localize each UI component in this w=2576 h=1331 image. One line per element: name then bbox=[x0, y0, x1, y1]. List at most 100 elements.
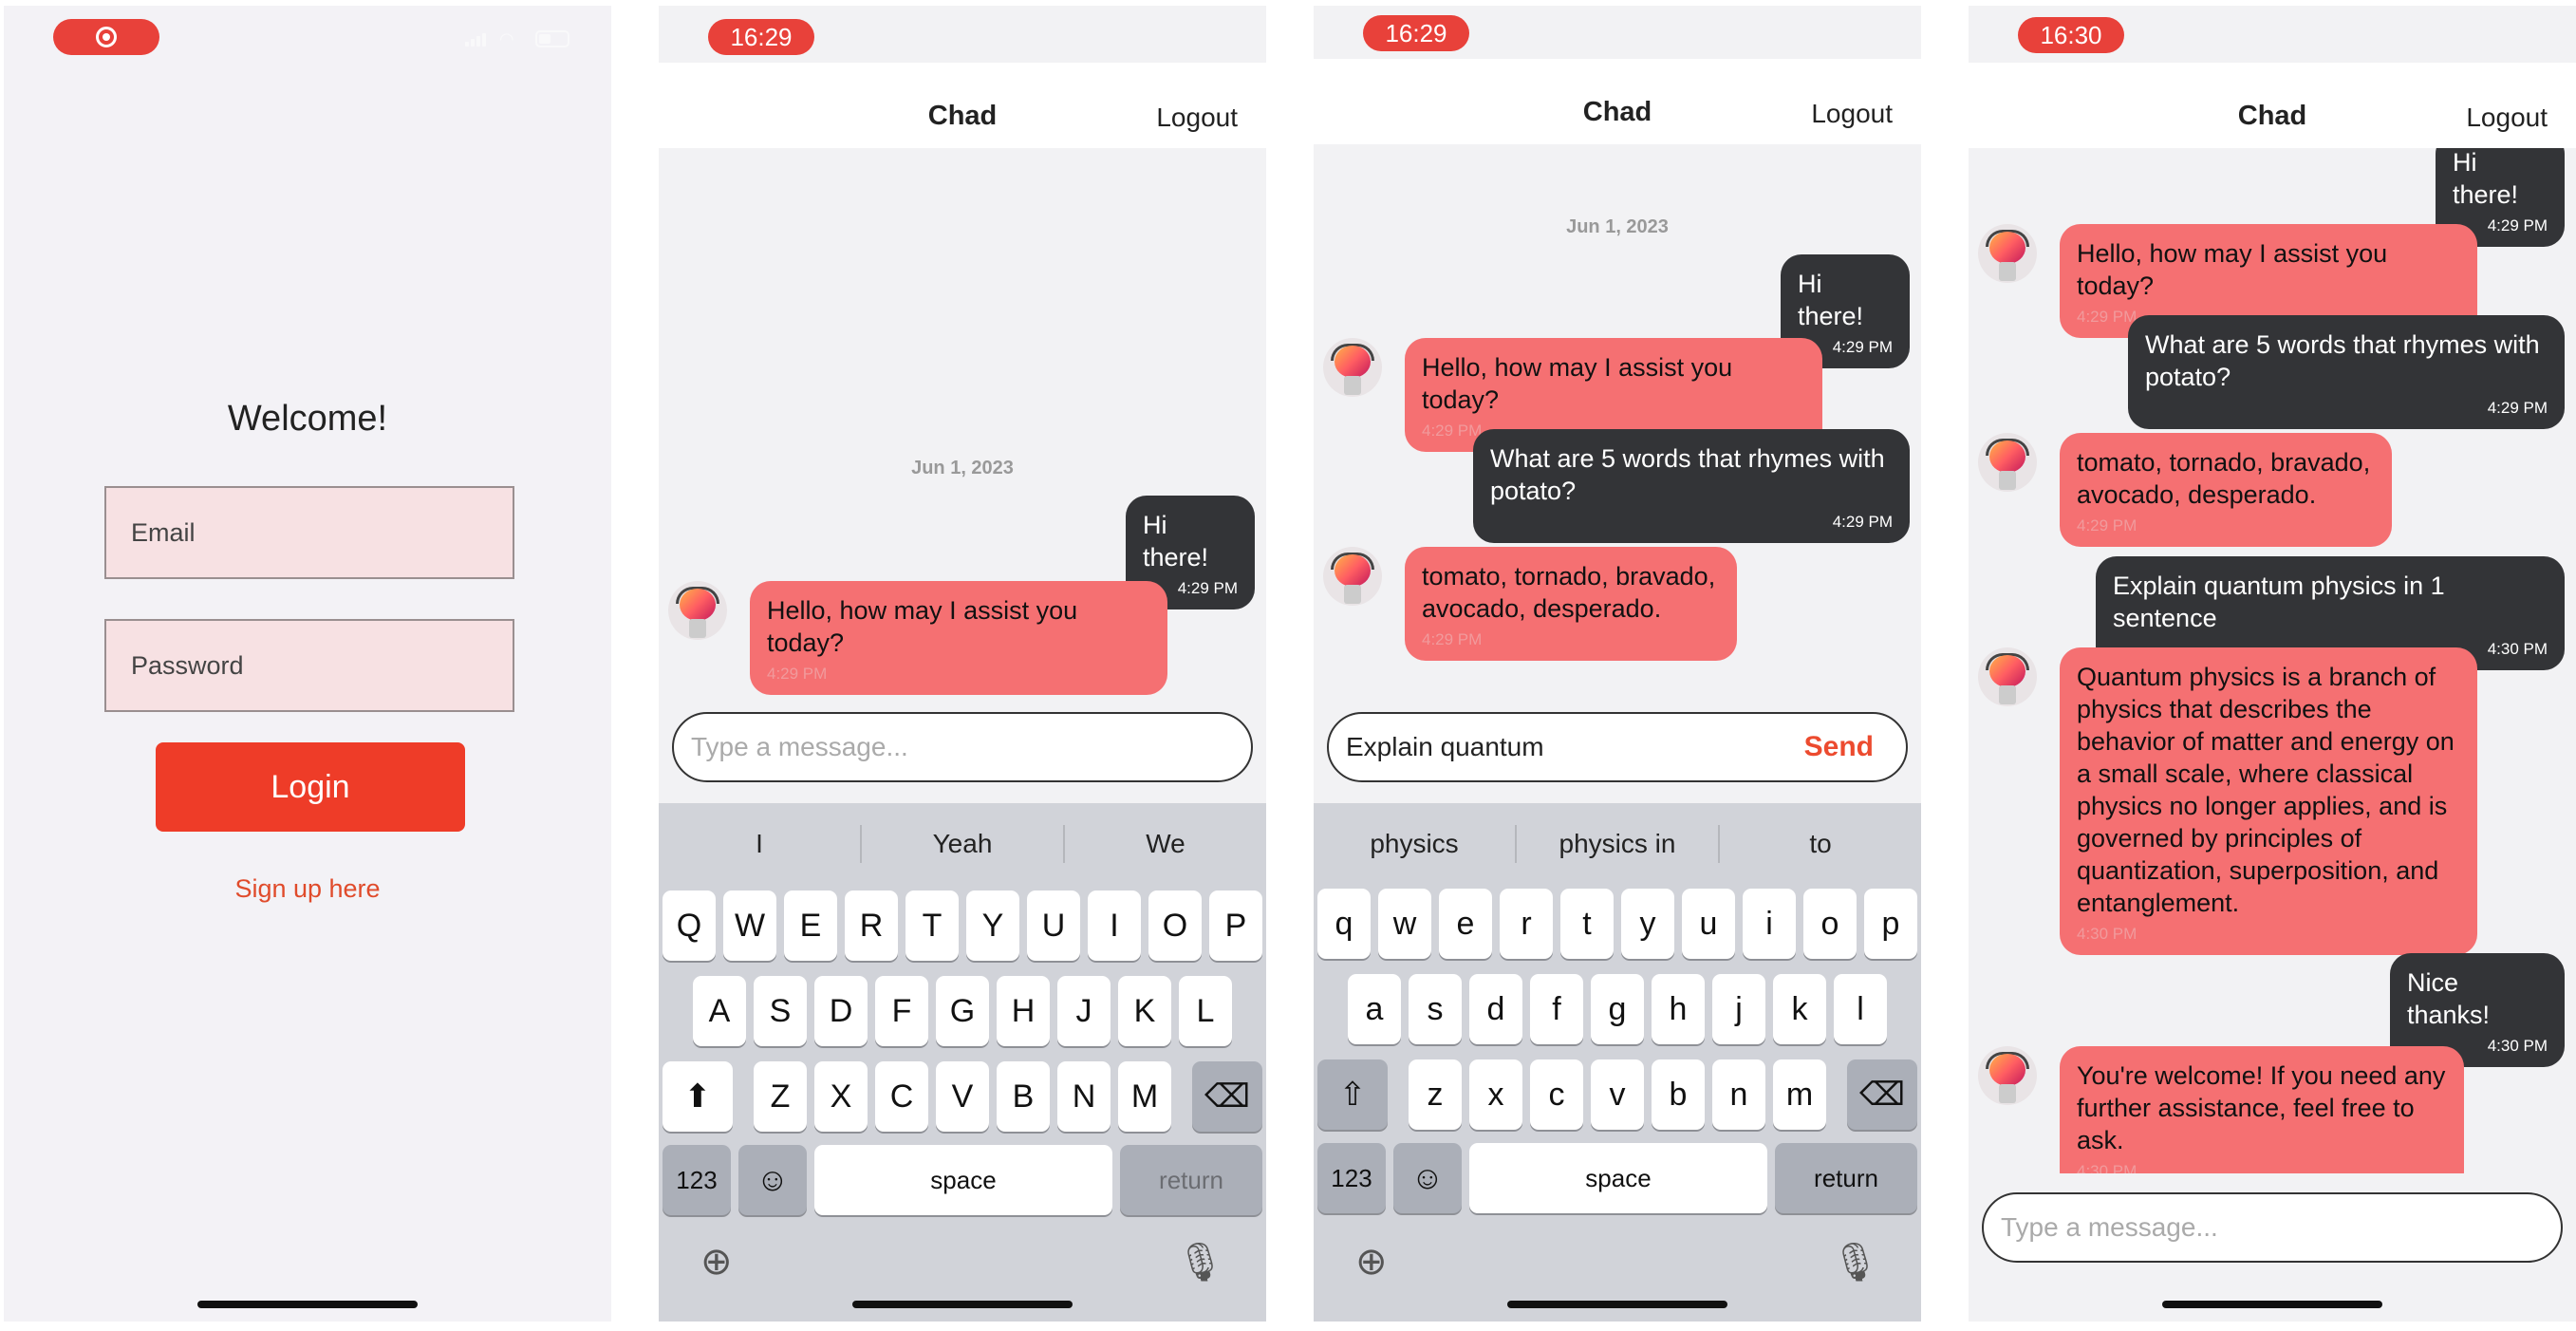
key[interactable]: l bbox=[1834, 974, 1887, 1044]
microphone-icon[interactable]: 🎙 bbox=[1831, 1240, 1879, 1284]
globe-icon[interactable]: ⊕ bbox=[700, 1240, 733, 1284]
key[interactable]: Q bbox=[663, 890, 716, 961]
key[interactable]: L bbox=[1179, 976, 1232, 1046]
key[interactable]: P bbox=[1209, 890, 1262, 961]
key[interactable]: Y bbox=[966, 890, 1019, 961]
key[interactable]: J bbox=[1057, 976, 1111, 1046]
login-button[interactable]: Login bbox=[156, 742, 465, 832]
key[interactable]: q bbox=[1317, 889, 1371, 959]
key[interactable]: j bbox=[1712, 974, 1765, 1044]
message-text: Hi there! bbox=[1143, 511, 1209, 572]
microphone-icon[interactable]: 🎙 bbox=[1176, 1240, 1224, 1284]
message-text: tomato, tornado, bravado, avocado, despe… bbox=[1422, 562, 1716, 623]
message-list[interactable]: Jun 1, 2023 Hi there! 4:29 PM Hello, how… bbox=[1314, 144, 1921, 699]
message-list[interactable]: Jun 1, 2023 Hi there! 4:29 PM Hello, how… bbox=[659, 148, 1266, 699]
numbers-key[interactable]: 123 bbox=[1317, 1143, 1386, 1213]
key[interactable]: A bbox=[693, 976, 746, 1046]
key[interactable]: B bbox=[997, 1061, 1050, 1132]
key[interactable]: Z bbox=[754, 1061, 807, 1132]
key[interactable]: C bbox=[875, 1061, 928, 1132]
key[interactable]: g bbox=[1591, 974, 1644, 1044]
suggestion[interactable]: physics bbox=[1314, 829, 1515, 859]
key[interactable]: i bbox=[1743, 889, 1796, 959]
message-list[interactable]: Hi there! 4:29 PM Hello, how may I assis… bbox=[1969, 148, 2576, 1173]
key[interactable]: t bbox=[1560, 889, 1614, 959]
key[interactable]: X bbox=[814, 1061, 868, 1132]
key[interactable]: U bbox=[1027, 890, 1080, 961]
key[interactable]: I bbox=[1088, 890, 1141, 961]
key[interactable]: E bbox=[784, 890, 837, 961]
key[interactable]: H bbox=[997, 976, 1050, 1046]
key[interactable]: c bbox=[1530, 1059, 1583, 1130]
globe-icon[interactable]: ⊕ bbox=[1355, 1240, 1388, 1284]
home-indicator[interactable] bbox=[1507, 1301, 1727, 1308]
key[interactable]: F bbox=[875, 976, 928, 1046]
date-separator: Jun 1, 2023 bbox=[911, 458, 1014, 478]
home-indicator[interactable] bbox=[852, 1301, 1073, 1308]
send-button[interactable]: Send bbox=[1804, 731, 1874, 763]
logout-button[interactable]: Logout bbox=[1811, 99, 1893, 129]
key[interactable]: V bbox=[936, 1061, 989, 1132]
key[interactable]: O bbox=[1148, 890, 1202, 961]
bot-avatar bbox=[668, 581, 727, 640]
key[interactable]: b bbox=[1652, 1059, 1705, 1130]
key[interactable]: x bbox=[1469, 1059, 1522, 1130]
space-key[interactable]: space bbox=[1469, 1143, 1767, 1213]
key[interactable]: p bbox=[1864, 889, 1917, 959]
password-field[interactable]: Password bbox=[104, 619, 514, 712]
logout-button[interactable]: Logout bbox=[1156, 103, 1238, 133]
suggestion[interactable]: We bbox=[1065, 829, 1266, 859]
key[interactable]: M bbox=[1118, 1061, 1171, 1132]
return-key[interactable]: return bbox=[1775, 1143, 1917, 1213]
key[interactable]: s bbox=[1409, 974, 1462, 1044]
numbers-key[interactable]: 123 bbox=[663, 1145, 731, 1215]
space-key[interactable]: space bbox=[814, 1145, 1112, 1215]
message-input[interactable]: Type a message... bbox=[672, 712, 1253, 782]
bot-avatar bbox=[1978, 433, 2037, 492]
key[interactable]: w bbox=[1378, 889, 1431, 959]
suggestion[interactable]: physics in bbox=[1517, 829, 1718, 859]
shift-key[interactable]: ⇧ bbox=[1317, 1059, 1388, 1130]
suggestion[interactable]: Yeah bbox=[862, 829, 1063, 859]
message-input[interactable]: Explain quantum Send bbox=[1327, 712, 1908, 782]
signup-link[interactable]: Sign up here bbox=[4, 874, 611, 904]
key[interactable]: R bbox=[845, 890, 898, 961]
message-input[interactable]: Type a message... bbox=[1982, 1192, 2563, 1263]
emoji-icon[interactable]: ☺ bbox=[738, 1145, 807, 1215]
key[interactable]: N bbox=[1057, 1061, 1111, 1132]
key[interactable]: u bbox=[1682, 889, 1735, 959]
key[interactable]: e bbox=[1439, 889, 1492, 959]
suggestion[interactable]: to bbox=[1720, 829, 1921, 859]
logout-button[interactable]: Logout bbox=[2466, 103, 2548, 133]
date-separator: Jun 1, 2023 bbox=[1566, 216, 1669, 237]
key[interactable]: d bbox=[1469, 974, 1522, 1044]
key[interactable]: a bbox=[1348, 974, 1401, 1044]
bot-message: tomato, tornado, bravado, avocado, despe… bbox=[1405, 547, 1737, 661]
key[interactable]: o bbox=[1803, 889, 1857, 959]
backspace-key[interactable]: ⌫ bbox=[1847, 1059, 1917, 1130]
key[interactable]: G bbox=[936, 976, 989, 1046]
key[interactable]: z bbox=[1409, 1059, 1462, 1130]
home-indicator[interactable] bbox=[197, 1301, 418, 1308]
key[interactable]: m bbox=[1773, 1059, 1826, 1130]
key-row-2: A S D F G H J K L bbox=[659, 976, 1266, 1046]
backspace-key[interactable]: ⌫ bbox=[1192, 1061, 1262, 1132]
email-field[interactable]: Email bbox=[104, 486, 514, 579]
key[interactable]: h bbox=[1652, 974, 1705, 1044]
key[interactable]: k bbox=[1773, 974, 1826, 1044]
suggestion[interactable]: I bbox=[659, 829, 860, 859]
return-key[interactable]: return bbox=[1120, 1145, 1262, 1215]
shift-key[interactable]: ⬆ bbox=[663, 1061, 733, 1132]
key[interactable]: W bbox=[723, 890, 776, 961]
key[interactable]: S bbox=[754, 976, 807, 1046]
key[interactable]: r bbox=[1500, 889, 1553, 959]
key[interactable]: v bbox=[1591, 1059, 1644, 1130]
key[interactable]: y bbox=[1621, 889, 1674, 959]
key[interactable]: K bbox=[1118, 976, 1171, 1046]
key[interactable]: f bbox=[1530, 974, 1583, 1044]
key[interactable]: D bbox=[814, 976, 868, 1046]
home-indicator[interactable] bbox=[2162, 1301, 2382, 1308]
emoji-icon[interactable]: ☺ bbox=[1393, 1143, 1462, 1213]
key[interactable]: T bbox=[905, 890, 959, 961]
key[interactable]: n bbox=[1712, 1059, 1765, 1130]
